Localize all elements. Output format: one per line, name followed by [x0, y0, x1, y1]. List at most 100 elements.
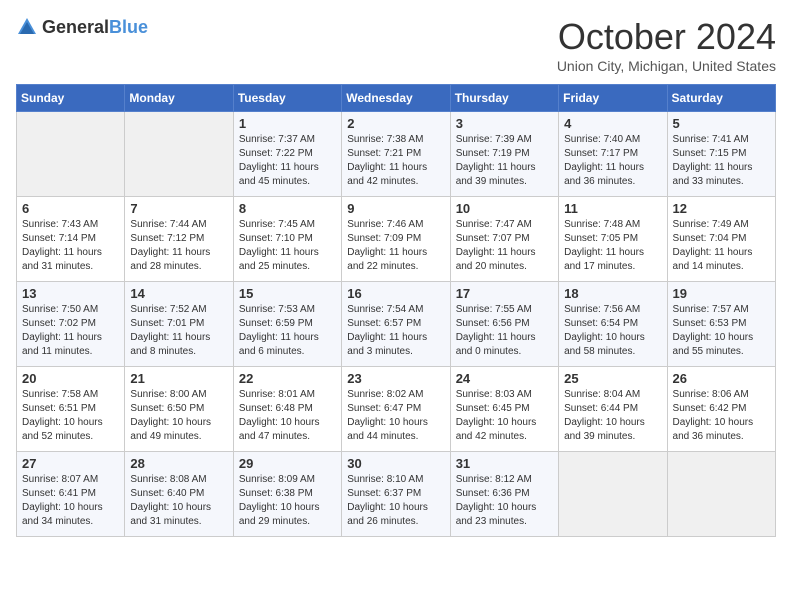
- day-detail: Sunrise: 7:41 AMSunset: 7:15 PMDaylight:…: [673, 134, 753, 187]
- calendar-cell: 17 Sunrise: 7:55 AMSunset: 6:56 PMDayligh…: [450, 282, 558, 367]
- day-detail: Sunrise: 7:44 AMSunset: 7:12 PMDaylight:…: [130, 219, 210, 272]
- day-number: 12: [673, 201, 770, 216]
- week-row-4: 20 Sunrise: 7:58 AMSunset: 6:51 PMDayligh…: [17, 367, 776, 452]
- calendar-cell: 6Sunrise: 7:43 AMSunset: 7:14 PMDaylight…: [17, 197, 125, 282]
- week-row-1: 1Sunrise: 7:37 AMSunset: 7:22 PMDaylight…: [17, 112, 776, 197]
- location: Union City, Michigan, United States: [557, 58, 776, 74]
- day-detail: Sunrise: 7:43 AMSunset: 7:14 PMDaylight:…: [22, 219, 102, 272]
- calendar-cell: [17, 112, 125, 197]
- day-detail: Sunrise: 7:56 AMSunset: 6:54 PMDaylight:…: [564, 304, 645, 357]
- calendar-cell: 11Sunrise: 7:48 AMSunset: 7:05 PMDayligh…: [559, 197, 667, 282]
- day-number: 1: [239, 116, 336, 131]
- day-detail: Sunrise: 7:57 AMSunset: 6:53 PMDaylight:…: [673, 304, 754, 357]
- day-number: 25: [564, 371, 661, 386]
- header-row: SundayMondayTuesdayWednesdayThursdayFrid…: [17, 85, 776, 112]
- day-detail: Sunrise: 7:55 AMSunset: 6:56 PMDaylight:…: [456, 304, 536, 357]
- calendar-cell: 21Sunrise: 8:00 AMSunset: 6:50 PMDayligh…: [125, 367, 233, 452]
- day-number: 30: [347, 456, 444, 471]
- calendar-cell: 23Sunrise: 8:02 AMSunset: 6:47 PMDayligh…: [342, 367, 450, 452]
- day-number: 2: [347, 116, 444, 131]
- day-detail: Sunrise: 7:54 AMSunset: 6:57 PMDaylight:…: [347, 304, 427, 357]
- day-number: 19: [673, 286, 770, 301]
- header-day-friday: Friday: [559, 85, 667, 112]
- calendar-cell: 4 Sunrise: 7:40 AMSunset: 7:17 PMDaylight…: [559, 112, 667, 197]
- day-detail: Sunrise: 8:09 AMSunset: 6:38 PMDaylight:…: [239, 474, 320, 527]
- day-number: 31: [456, 456, 553, 471]
- header-day-thursday: Thursday: [450, 85, 558, 112]
- calendar-cell: 28 Sunrise: 8:08 AMSunset: 6:40 PMDayligh…: [125, 452, 233, 537]
- day-detail: Sunrise: 8:00 AMSunset: 6:50 PMDaylight:…: [130, 389, 211, 442]
- day-detail: Sunrise: 8:06 AMSunset: 6:42 PMDaylight:…: [673, 389, 754, 442]
- day-number: 4: [564, 116, 661, 131]
- calendar-cell: 31 Sunrise: 8:12 AMSunset: 6:36 PMDayligh…: [450, 452, 558, 537]
- day-detail: Sunrise: 8:03 AMSunset: 6:45 PMDaylight:…: [456, 389, 537, 442]
- day-detail: Sunrise: 8:04 AMSunset: 6:44 PMDaylight:…: [564, 389, 645, 442]
- month-title: October 2024: [557, 16, 776, 58]
- day-detail: Sunrise: 7:39 AMSunset: 7:19 PMDaylight:…: [456, 134, 536, 187]
- day-detail: Sunrise: 7:49 AMSunset: 7:04 PMDaylight:…: [673, 219, 753, 272]
- day-detail: Sunrise: 7:45 AMSunset: 7:10 PMDaylight:…: [239, 219, 319, 272]
- calendar-cell: 26 Sunrise: 8:06 AMSunset: 6:42 PMDayligh…: [667, 367, 775, 452]
- calendar-cell: [125, 112, 233, 197]
- calendar-cell: 8 Sunrise: 7:45 AMSunset: 7:10 PMDaylight…: [233, 197, 341, 282]
- day-number: 29: [239, 456, 336, 471]
- day-number: 17: [456, 286, 553, 301]
- calendar-cell: 1Sunrise: 7:37 AMSunset: 7:22 PMDaylight…: [233, 112, 341, 197]
- calendar-cell: 10Sunrise: 7:47 AMSunset: 7:07 PMDayligh…: [450, 197, 558, 282]
- logo: GeneralBlue: [16, 16, 148, 38]
- day-detail: Sunrise: 7:40 AMSunset: 7:17 PMDaylight:…: [564, 134, 644, 187]
- calendar-cell: 14 Sunrise: 7:52 AMSunset: 7:01 PMDayligh…: [125, 282, 233, 367]
- day-number: 14: [130, 286, 227, 301]
- calendar-cell: 20 Sunrise: 7:58 AMSunset: 6:51 PMDayligh…: [17, 367, 125, 452]
- day-number: 24: [456, 371, 553, 386]
- day-number: 13: [22, 286, 119, 301]
- calendar-cell: 13Sunrise: 7:50 AMSunset: 7:02 PMDayligh…: [17, 282, 125, 367]
- day-number: 26: [673, 371, 770, 386]
- calendar-cell: [667, 452, 775, 537]
- calendar-cell: 19 Sunrise: 7:57 AMSunset: 6:53 PMDayligh…: [667, 282, 775, 367]
- calendar-cell: 29 Sunrise: 8:09 AMSunset: 6:38 PMDayligh…: [233, 452, 341, 537]
- calendar-table: SundayMondayTuesdayWednesdayThursdayFrid…: [16, 84, 776, 537]
- day-number: 7: [130, 201, 227, 216]
- calendar-cell: 22Sunrise: 8:01 AMSunset: 6:48 PMDayligh…: [233, 367, 341, 452]
- day-number: 11: [564, 201, 661, 216]
- calendar-cell: 2 Sunrise: 7:38 AMSunset: 7:21 PMDaylight…: [342, 112, 450, 197]
- calendar-cell: 24 Sunrise: 8:03 AMSunset: 6:45 PMDayligh…: [450, 367, 558, 452]
- day-detail: Sunrise: 7:52 AMSunset: 7:01 PMDaylight:…: [130, 304, 210, 357]
- day-number: 15: [239, 286, 336, 301]
- calendar-body: 1Sunrise: 7:37 AMSunset: 7:22 PMDaylight…: [17, 112, 776, 537]
- day-detail: Sunrise: 7:38 AMSunset: 7:21 PMDaylight:…: [347, 134, 427, 187]
- header-day-wednesday: Wednesday: [342, 85, 450, 112]
- day-detail: Sunrise: 8:08 AMSunset: 6:40 PMDaylight:…: [130, 474, 211, 527]
- calendar-header: SundayMondayTuesdayWednesdayThursdayFrid…: [17, 85, 776, 112]
- week-row-2: 6Sunrise: 7:43 AMSunset: 7:14 PMDaylight…: [17, 197, 776, 282]
- day-number: 23: [347, 371, 444, 386]
- day-detail: Sunrise: 8:01 AMSunset: 6:48 PMDaylight:…: [239, 389, 320, 442]
- day-number: 28: [130, 456, 227, 471]
- header-day-monday: Monday: [125, 85, 233, 112]
- day-number: 20: [22, 371, 119, 386]
- day-detail: Sunrise: 7:47 AMSunset: 7:07 PMDaylight:…: [456, 219, 536, 272]
- day-detail: Sunrise: 7:58 AMSunset: 6:51 PMDaylight:…: [22, 389, 103, 442]
- header-day-saturday: Saturday: [667, 85, 775, 112]
- logo-icon: [16, 16, 38, 38]
- day-detail: Sunrise: 8:07 AMSunset: 6:41 PMDaylight:…: [22, 474, 103, 527]
- calendar-cell: 25 Sunrise: 8:04 AMSunset: 6:44 PMDayligh…: [559, 367, 667, 452]
- day-detail: Sunrise: 7:53 AMSunset: 6:59 PMDaylight:…: [239, 304, 319, 357]
- day-number: 27: [22, 456, 119, 471]
- calendar-cell: 3Sunrise: 7:39 AMSunset: 7:19 PMDaylight…: [450, 112, 558, 197]
- day-number: 5: [673, 116, 770, 131]
- calendar-cell: [559, 452, 667, 537]
- day-detail: Sunrise: 8:12 AMSunset: 6:36 PMDaylight:…: [456, 474, 537, 527]
- page-header: GeneralBlue October 2024 Union City, Mic…: [16, 16, 776, 74]
- calendar-cell: 7 Sunrise: 7:44 AMSunset: 7:12 PMDaylight…: [125, 197, 233, 282]
- calendar-cell: 9Sunrise: 7:46 AMSunset: 7:09 PMDaylight…: [342, 197, 450, 282]
- calendar-cell: 12 Sunrise: 7:49 AMSunset: 7:04 PMDayligh…: [667, 197, 775, 282]
- day-number: 16: [347, 286, 444, 301]
- day-number: 18: [564, 286, 661, 301]
- day-number: 8: [239, 201, 336, 216]
- calendar-cell: 30Sunrise: 8:10 AMSunset: 6:37 PMDayligh…: [342, 452, 450, 537]
- calendar-cell: 5 Sunrise: 7:41 AMSunset: 7:15 PMDaylight…: [667, 112, 775, 197]
- calendar-cell: 15 Sunrise: 7:53 AMSunset: 6:59 PMDayligh…: [233, 282, 341, 367]
- calendar-cell: 16 Sunrise: 7:54 AMSunset: 6:57 PMDayligh…: [342, 282, 450, 367]
